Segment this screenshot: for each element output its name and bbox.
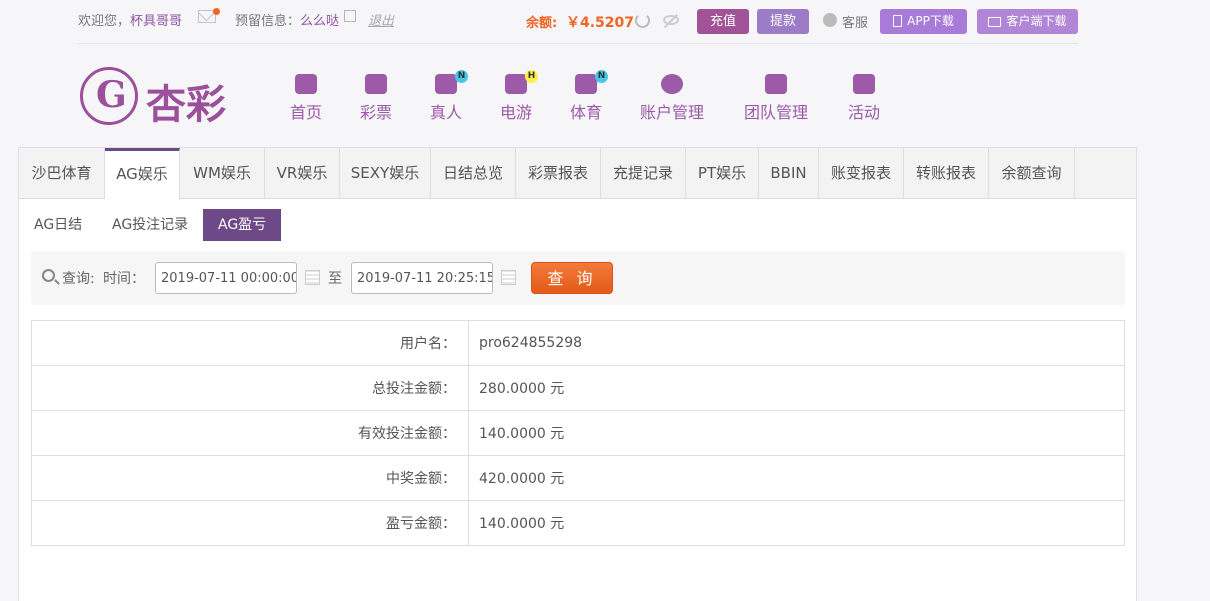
time-label: 时间： bbox=[103, 271, 145, 287]
person-icon: N bbox=[435, 70, 468, 94]
ticket-icon bbox=[365, 74, 387, 94]
end-time-input[interactable] bbox=[351, 262, 493, 294]
table-row: 中奖金额： 420.0000 元 bbox=[31, 455, 1125, 501]
tab-pt[interactable]: PT娱乐 bbox=[686, 148, 759, 199]
start-time-input[interactable] bbox=[155, 262, 297, 294]
tab-bbin[interactable]: BBIN bbox=[759, 148, 819, 199]
tab-lottery-report[interactable]: 彩票报表 bbox=[516, 148, 601, 199]
phone-icon bbox=[893, 15, 903, 27]
edit-icon[interactable] bbox=[344, 10, 356, 22]
nav-lottery[interactable]: 彩票 bbox=[360, 74, 392, 123]
tab-ag[interactable]: AG娱乐 bbox=[105, 148, 180, 200]
subtab-ag-bets[interactable]: AG投注记录 bbox=[97, 209, 203, 241]
logo-emblem[interactable] bbox=[80, 67, 138, 125]
gamepad-icon: H bbox=[505, 70, 538, 94]
report-panel: 沙巴体育 AG娱乐 WM娱乐 VR娱乐 SEXY娱乐 日结总览 彩票报表 充提记… bbox=[18, 147, 1137, 601]
charge-button[interactable]: 充值 bbox=[697, 9, 749, 34]
reserve-info: 预留信息：么么哒 bbox=[235, 14, 340, 29]
query-button[interactable]: 查 询 bbox=[531, 262, 613, 294]
client-download-button[interactable]: 客户端下载 bbox=[977, 9, 1078, 34]
withdraw-button[interactable]: 提款 bbox=[757, 9, 809, 34]
new-badge: N bbox=[455, 70, 468, 83]
nav-team[interactable]: 团队管理 bbox=[744, 74, 808, 123]
tab-wm[interactable]: WM娱乐 bbox=[180, 148, 265, 199]
username-link[interactable]: 杯具哥哥 bbox=[130, 14, 182, 29]
tab-transfer-report[interactable]: 转账报表 bbox=[904, 148, 989, 199]
customer-service-icon[interactable] bbox=[823, 13, 837, 27]
reserve-value: 么么哒 bbox=[300, 14, 340, 29]
unread-dot bbox=[213, 8, 220, 15]
logout-link[interactable]: 退出 bbox=[368, 10, 394, 29]
search-icon bbox=[42, 269, 55, 282]
gift-icon bbox=[853, 74, 875, 94]
report-tabs: 沙巴体育 AG娱乐 WM娱乐 VR娱乐 SEXY娱乐 日结总览 彩票报表 充提记… bbox=[19, 148, 1136, 200]
app-download-button[interactable]: APP下载 bbox=[880, 9, 967, 34]
new-badge: N bbox=[595, 70, 608, 83]
balance-label: 余额: bbox=[526, 16, 558, 31]
monitor-icon bbox=[988, 17, 1002, 27]
nav-live[interactable]: N 真人 bbox=[430, 70, 468, 123]
tab-sexy[interactable]: SEXY娱乐 bbox=[340, 148, 431, 199]
table-row: 盈亏金额： 140.0000 元 bbox=[31, 500, 1125, 546]
nav-games[interactable]: H 电游 bbox=[500, 70, 538, 123]
top-bar: 欢迎您，杯具哥哥 预留信息：么么哒 退出 余额: ￥4.5207 充值 提款 客… bbox=[78, 0, 1078, 44]
calendar-icon[interactable] bbox=[305, 270, 320, 285]
subtab-ag-daily[interactable]: AG日结 bbox=[19, 209, 97, 241]
tab-vr[interactable]: VR娱乐 bbox=[265, 148, 340, 199]
tab-deposit-withdraw[interactable]: 充提记录 bbox=[601, 148, 686, 199]
team-icon bbox=[765, 74, 787, 94]
query-label: 查询: bbox=[62, 271, 95, 287]
nav-account[interactable]: 账户管理 bbox=[640, 74, 704, 123]
table-row: 用户名： pro624855298 bbox=[31, 320, 1125, 366]
welcome-text: 欢迎您，杯具哥哥 bbox=[78, 14, 183, 29]
to-label: 至 bbox=[328, 271, 342, 287]
refresh-icon[interactable] bbox=[635, 13, 650, 28]
trophy-icon: N bbox=[575, 70, 608, 94]
coin-icon bbox=[661, 74, 683, 94]
logo-text: 杏彩 bbox=[146, 81, 226, 128]
balance-value: ￥4.5207 bbox=[566, 15, 635, 31]
nav-sports[interactable]: N 体育 bbox=[570, 70, 608, 123]
nav-home[interactable]: 首页 bbox=[290, 74, 322, 123]
nav-activity[interactable]: 活动 bbox=[848, 74, 880, 123]
tab-saba-sports[interactable]: 沙巴体育 bbox=[19, 148, 105, 199]
subtab-ag-profit[interactable]: AG盈亏 bbox=[203, 209, 282, 241]
tab-daily-overview[interactable]: 日结总览 bbox=[431, 148, 516, 199]
profit-table: 用户名： pro624855298 总投注金额： 280.0000 元 有效投注金额… bbox=[31, 320, 1125, 546]
tab-account-change[interactable]: 账变报表 bbox=[819, 148, 904, 199]
customer-service-link[interactable]: 客服 bbox=[842, 12, 868, 31]
query-bar: 查询: 时间： 至 查 询 bbox=[31, 251, 1125, 305]
hide-balance-icon[interactable] bbox=[663, 15, 679, 25]
table-row: 总投注金额： 280.0000 元 bbox=[31, 365, 1125, 411]
hot-badge: H bbox=[525, 70, 538, 83]
calendar-icon[interactable] bbox=[501, 270, 516, 285]
table-row: 有效投注金额： 140.0000 元 bbox=[31, 410, 1125, 456]
home-icon bbox=[295, 74, 317, 94]
tab-balance-query[interactable]: 余额查询 bbox=[989, 148, 1075, 199]
